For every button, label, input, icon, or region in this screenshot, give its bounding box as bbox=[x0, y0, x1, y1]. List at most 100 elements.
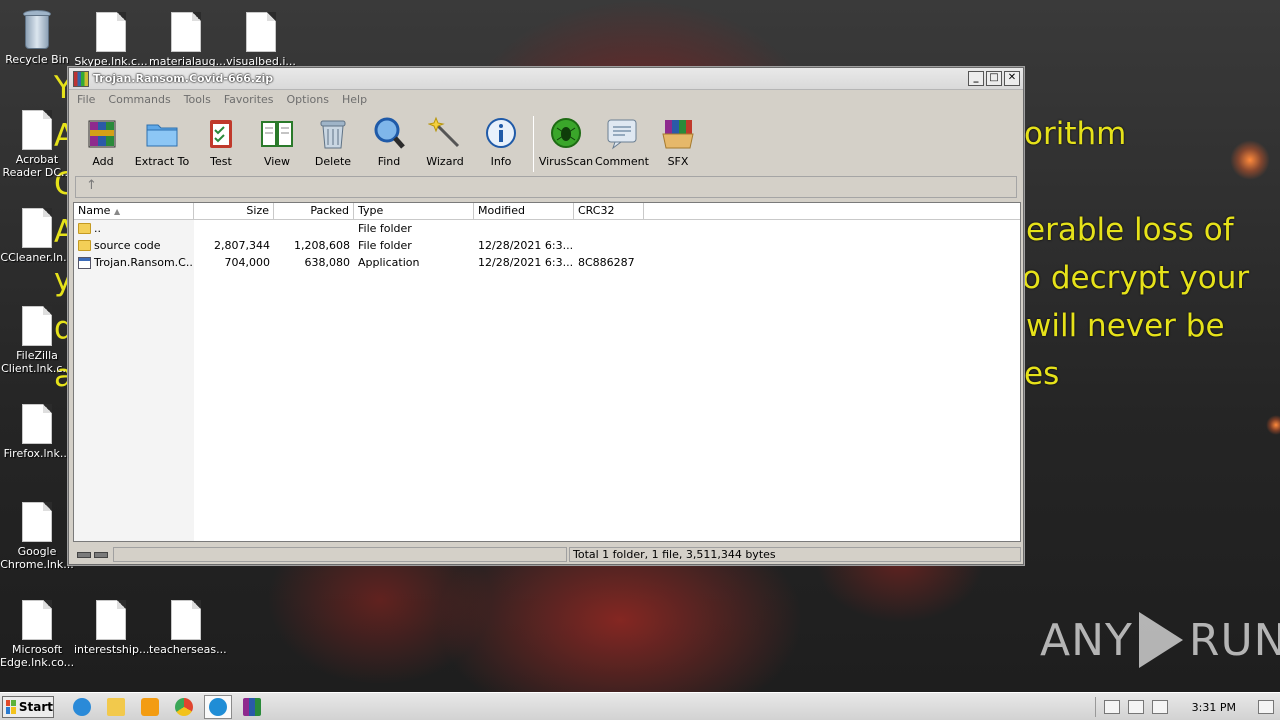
comment-button[interactable]: Comment bbox=[594, 112, 650, 168]
menu-help[interactable]: Help bbox=[342, 93, 367, 106]
file-list[interactable]: Name ▲ Size Packed Type Modified CRC32 .… bbox=[73, 202, 1021, 542]
desktop-icon-visualbed[interactable]: visualbed.i... bbox=[224, 12, 298, 68]
path-bar[interactable]: ↑ bbox=[75, 176, 1017, 198]
folder-icon bbox=[78, 240, 91, 251]
desktop-icon-interestship[interactable]: interestship... bbox=[74, 600, 149, 656]
glow-spot bbox=[1230, 140, 1270, 180]
show-desktop-icon[interactable] bbox=[1258, 700, 1274, 714]
folder-icon bbox=[107, 697, 125, 716]
desktop-icon-recycle-bin[interactable]: Recycle Bin bbox=[0, 8, 74, 66]
comment-icon bbox=[605, 116, 639, 150]
file-row-trojan-exe[interactable]: Trojan.Ransom.C... 704,000 638,080 Appli… bbox=[74, 254, 1020, 271]
file-row-source-code[interactable]: source code 2,807,344 1,208,608 File fol… bbox=[74, 237, 1020, 254]
taskbar-chrome[interactable] bbox=[170, 695, 198, 719]
ransom-text-line: orithm bbox=[1024, 116, 1127, 152]
menu-tools[interactable]: Tools bbox=[184, 93, 211, 106]
sfx-box-icon bbox=[661, 116, 695, 150]
extract-to-button[interactable]: Extract To bbox=[131, 112, 193, 168]
anyrun-watermark: ANY RUN bbox=[1040, 612, 1280, 668]
desktop-icon-acrobat[interactable]: Acrobat Reader DC... bbox=[0, 110, 74, 179]
desktop-icon-ccleaner[interactable]: CCleaner.ln... bbox=[0, 208, 74, 264]
find-button[interactable]: Find bbox=[361, 112, 417, 168]
view-button[interactable]: View bbox=[249, 112, 305, 168]
status-panel bbox=[113, 547, 567, 562]
file-icon bbox=[22, 110, 52, 150]
virusscan-button[interactable]: VirusScan bbox=[538, 112, 594, 168]
delete-button[interactable]: Delete bbox=[305, 112, 361, 168]
desktop-icon-skype[interactable]: Skype.lnk.c... bbox=[74, 12, 148, 68]
menu-options[interactable]: Options bbox=[287, 93, 329, 106]
test-button[interactable]: Test bbox=[193, 112, 249, 168]
taskbar-edge[interactable] bbox=[204, 694, 232, 719]
window-titlebar[interactable]: Trojan.Ransom.Covid-666.zip _ □ ✕ bbox=[69, 68, 1023, 90]
taskbar-ie[interactable] bbox=[68, 695, 96, 719]
key-icon[interactable] bbox=[94, 551, 108, 558]
view-book-icon bbox=[260, 116, 294, 150]
taskbar-explorer[interactable] bbox=[102, 695, 130, 719]
add-archive-icon bbox=[86, 116, 120, 150]
chrome-icon bbox=[175, 697, 193, 716]
add-button[interactable]: Add bbox=[75, 112, 131, 168]
winrar-window[interactable]: Trojan.Ransom.Covid-666.zip _ □ ✕ File C… bbox=[68, 67, 1024, 565]
file-icon bbox=[246, 12, 276, 52]
column-packed[interactable]: Packed bbox=[274, 203, 354, 219]
desktop-icon-materialaug[interactable]: materialaug... bbox=[149, 12, 226, 68]
menu-bar: File Commands Tools Favorites Options He… bbox=[69, 90, 1023, 109]
desktop-icon-firefox[interactable]: Firefox.lnk... bbox=[0, 404, 74, 460]
close-button[interactable]: ✕ bbox=[1004, 71, 1020, 86]
file-icon bbox=[171, 12, 201, 52]
ransom-text-line: o decrypt your bbox=[1022, 260, 1250, 296]
status-text: Total 1 folder, 1 file, 3,511,344 bytes bbox=[569, 547, 1021, 562]
quick-launch bbox=[68, 694, 266, 719]
file-icon bbox=[22, 306, 52, 346]
column-modified[interactable]: Modified bbox=[474, 203, 574, 219]
file-icon bbox=[96, 12, 126, 52]
media-player-icon bbox=[141, 697, 159, 716]
file-list-header: Name ▲ Size Packed Type Modified CRC32 bbox=[74, 203, 1020, 220]
taskbar-media-player[interactable] bbox=[136, 695, 164, 719]
glow-spot bbox=[1266, 415, 1280, 435]
volume-icon[interactable] bbox=[1103, 700, 1120, 714]
start-button[interactable]: Start bbox=[2, 695, 54, 718]
info-button[interactable]: Info bbox=[473, 112, 529, 168]
drive-icon[interactable] bbox=[77, 551, 91, 558]
clock[interactable]: 3:31 PM bbox=[1192, 701, 1236, 714]
desktop-icon-chrome[interactable]: Google Chrome.lnk... bbox=[0, 502, 74, 571]
file-icon bbox=[22, 208, 52, 248]
wizard-button[interactable]: Wizard bbox=[417, 112, 473, 168]
sfx-button[interactable]: SFX bbox=[650, 112, 706, 168]
up-arrow-icon[interactable]: ↑ bbox=[86, 178, 97, 193]
window-title: Trojan.Ransom.Covid-666.zip bbox=[93, 72, 274, 85]
file-row-parent[interactable]: .. File folder bbox=[74, 220, 1020, 237]
folder-icon bbox=[78, 223, 91, 234]
toolbar: Add Extract To Test View Delete Find Wiz… bbox=[75, 112, 1015, 176]
column-type[interactable]: Type bbox=[354, 203, 474, 219]
maximize-button[interactable]: □ bbox=[986, 71, 1002, 86]
action-center-flag-icon[interactable] bbox=[1151, 700, 1168, 714]
application-icon bbox=[78, 256, 91, 269]
recycle-bin-icon bbox=[21, 8, 53, 50]
desktop-icon-teacherseas[interactable]: teacherseas... bbox=[149, 600, 227, 656]
extract-folder-icon bbox=[145, 116, 179, 150]
wizard-wand-icon bbox=[427, 116, 462, 150]
system-tray: 3:31 PM bbox=[1091, 693, 1280, 720]
menu-commands[interactable]: Commands bbox=[108, 93, 170, 106]
status-bar: Total 1 folder, 1 file, 3,511,344 bytes bbox=[73, 546, 1021, 563]
play-icon bbox=[1138, 612, 1183, 668]
menu-file[interactable]: File bbox=[77, 93, 95, 106]
winrar-app-icon bbox=[73, 70, 89, 87]
network-icon[interactable] bbox=[1127, 700, 1144, 714]
column-name[interactable]: Name ▲ bbox=[74, 203, 194, 219]
info-icon bbox=[484, 116, 518, 150]
desktop-icon-edge[interactable]: Microsoft Edge.lnk.co... bbox=[0, 600, 74, 669]
menu-favorites[interactable]: Favorites bbox=[224, 93, 274, 106]
winrar-icon bbox=[243, 697, 261, 716]
taskbar-winrar[interactable] bbox=[238, 695, 266, 719]
desktop-icon-filezilla[interactable]: FileZilla Client.lnk.c... bbox=[0, 306, 74, 375]
column-size[interactable]: Size bbox=[194, 203, 274, 219]
minimize-button[interactable]: _ bbox=[968, 71, 984, 86]
internet-explorer-icon bbox=[73, 697, 91, 716]
column-crc32[interactable]: CRC32 bbox=[574, 203, 644, 219]
delete-bin-icon bbox=[316, 116, 350, 150]
status-icons bbox=[73, 547, 113, 562]
